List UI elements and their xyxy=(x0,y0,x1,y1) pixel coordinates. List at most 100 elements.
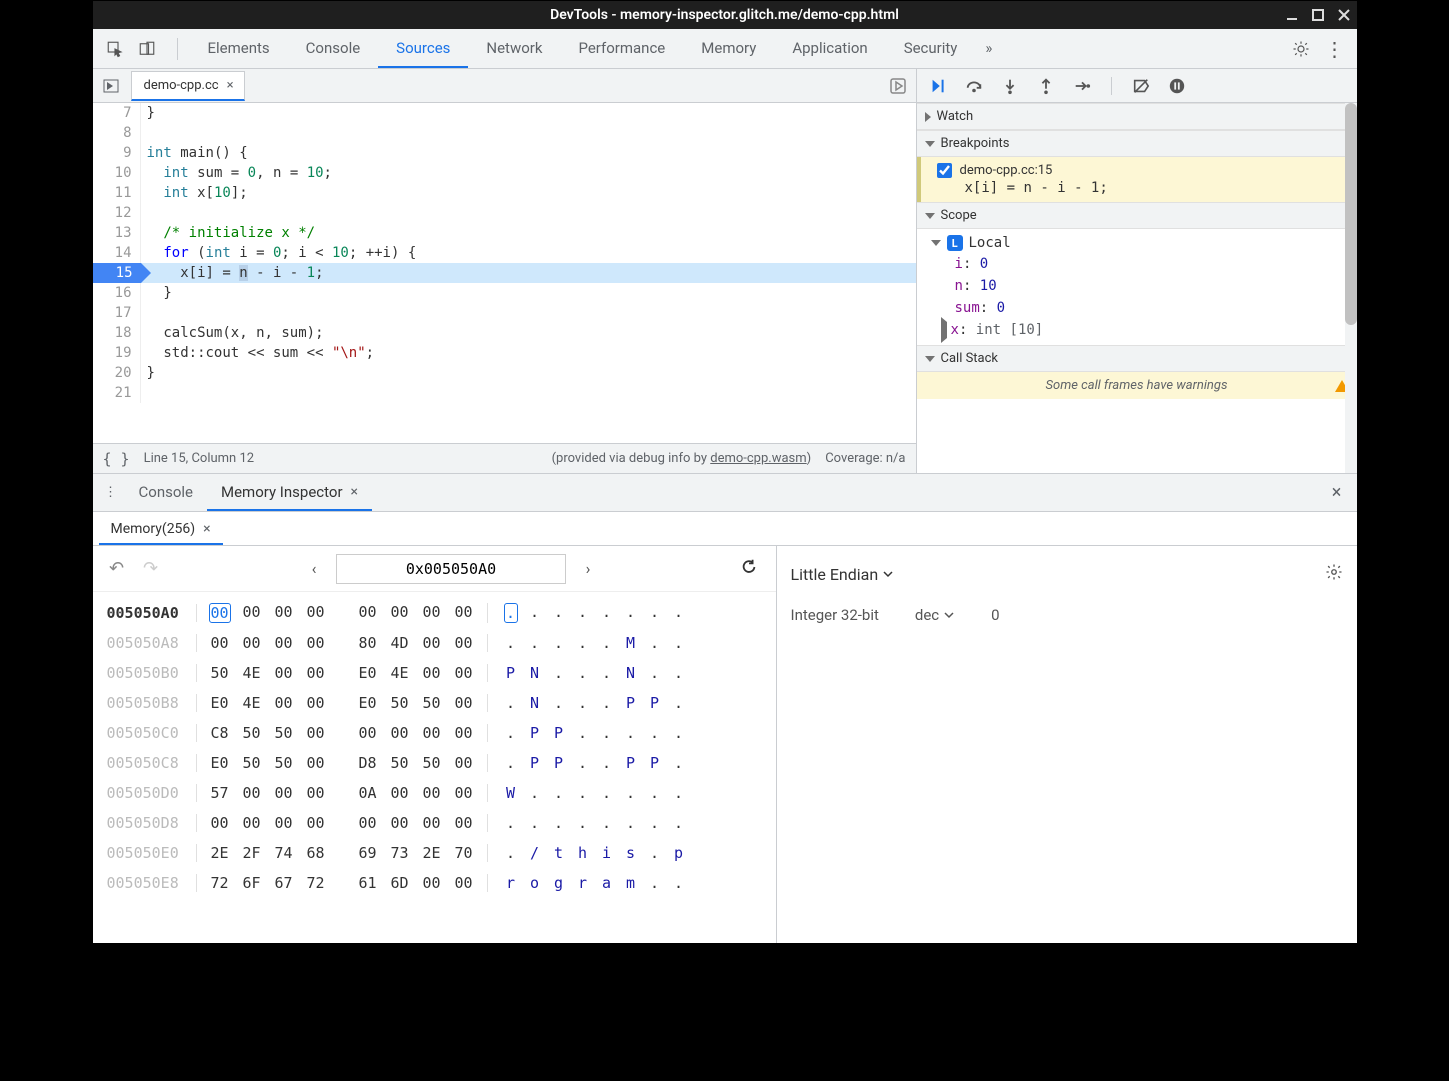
tab-elements[interactable]: Elements xyxy=(190,29,288,68)
more-tabs-button[interactable]: » xyxy=(975,39,1002,59)
memory-row: 005050E02E2F746869732E70./this.p xyxy=(107,838,762,868)
deactivate-breakpoints-button[interactable] xyxy=(1130,75,1152,97)
file-tab-demo-cpp[interactable]: demo-cpp.cc × xyxy=(131,71,245,101)
code-line[interactable]: 11 int x[10]; xyxy=(93,183,916,203)
drawer-close-icon[interactable]: × xyxy=(1321,474,1353,511)
breakpoint-checkbox[interactable] xyxy=(937,163,952,178)
code-line[interactable]: 17 xyxy=(93,303,916,323)
code-line[interactable]: 21 xyxy=(93,383,916,403)
prev-page-button[interactable]: ‹ xyxy=(304,559,324,578)
code-line[interactable]: 18 calcSum(x, n, sum); xyxy=(93,323,916,343)
number-base-select[interactable]: dec xyxy=(915,606,955,624)
pause-exceptions-button[interactable] xyxy=(1166,75,1188,97)
tab-performance[interactable]: Performance xyxy=(560,29,683,68)
tab-application[interactable]: Application xyxy=(774,29,885,68)
scope-section-header[interactable]: Scope xyxy=(917,202,1357,229)
panel-tabs: ElementsConsoleSourcesNetworkPerformance… xyxy=(190,29,976,68)
source-pane: demo-cpp.cc × 7}89int main() {10 int sum… xyxy=(93,69,917,473)
integer32-row: Integer 32-bit dec 0 xyxy=(791,606,1343,624)
undo-icon[interactable]: ↶ xyxy=(105,558,129,579)
resume-button[interactable] xyxy=(927,75,949,97)
code-line[interactable]: 10 int sum = 0, n = 10; xyxy=(93,163,916,183)
window-minimize-button[interactable] xyxy=(1285,8,1299,22)
address-input[interactable] xyxy=(336,554,566,584)
drawer: ⋮ Console Memory Inspector × × Memory(25… xyxy=(93,473,1357,943)
breakpoints-section-header[interactable]: Breakpoints xyxy=(917,130,1357,157)
next-page-button[interactable]: › xyxy=(578,559,598,578)
memory-row: 005050A800000000804D0000.....M.. xyxy=(107,628,762,658)
tab-console[interactable]: Console xyxy=(125,474,208,511)
memory-grid[interactable]: 005050A00000000000000000........005050A8… xyxy=(93,592,776,943)
value-settings-icon[interactable] xyxy=(1325,563,1343,585)
drawer-menu-icon[interactable]: ⋮ xyxy=(97,474,125,511)
pretty-print-icon[interactable]: { } xyxy=(103,450,130,468)
value-type-label: Integer 32-bit xyxy=(791,606,879,624)
memory-nav-bar: ↶ ↷ ‹ › xyxy=(93,546,776,592)
memory-tab[interactable]: Memory(256) × xyxy=(99,514,223,545)
step-into-button[interactable] xyxy=(999,75,1021,97)
memory-row: 005050B8E04E0000E0505000.N...PP. xyxy=(107,688,762,718)
code-line[interactable]: 14 for (int i = 0; i < 10; ++i) { xyxy=(93,243,916,263)
scope-local-header[interactable]: L Local xyxy=(917,233,1357,253)
drawer-tabs: ⋮ Console Memory Inspector × × xyxy=(93,474,1357,512)
call-stack-warning: Some call frames have warnings xyxy=(917,372,1357,399)
scope-var-n[interactable]: n: 10 xyxy=(917,275,1357,297)
tab-network[interactable]: Network xyxy=(468,29,560,68)
memory-row: 005050D80000000000000000........ xyxy=(107,808,762,838)
divider xyxy=(177,38,178,60)
code-line[interactable]: 9int main() { xyxy=(93,143,916,163)
tab-sources[interactable]: Sources xyxy=(378,29,468,68)
code-line[interactable]: 12 xyxy=(93,203,916,223)
code-line[interactable]: 20} xyxy=(93,363,916,383)
window-maximize-button[interactable] xyxy=(1311,8,1325,22)
window-title: DevTools - memory-inspector.glitch.me/de… xyxy=(550,7,899,23)
memory-row: 005050C0C850500000000000.PP..... xyxy=(107,718,762,748)
memory-row: 005050E8726F6772616D0000rogram.. xyxy=(107,868,762,898)
navigator-toggle-icon[interactable] xyxy=(99,74,123,98)
inspect-element-icon[interactable] xyxy=(101,35,129,63)
window-close-button[interactable] xyxy=(1337,8,1351,22)
kebab-menu-icon[interactable]: ⋮ xyxy=(1321,35,1349,63)
memory-row: 005050B0504E0000E04E0000PN...N.. xyxy=(107,658,762,688)
close-icon[interactable]: × xyxy=(351,484,358,500)
run-snippet-icon[interactable] xyxy=(886,74,910,98)
step-out-button[interactable] xyxy=(1035,75,1057,97)
redo-icon[interactable]: ↷ xyxy=(139,558,163,579)
watch-section-header[interactable]: Watch xyxy=(917,103,1357,130)
main-toolbar: ElementsConsoleSourcesNetworkPerformance… xyxy=(93,29,1357,69)
code-line[interactable]: 16 } xyxy=(93,283,916,303)
code-line[interactable]: 15 x[i] = n - i - 1; xyxy=(93,263,916,283)
wasm-link[interactable]: demo-cpp.wasm xyxy=(710,451,806,466)
code-editor[interactable]: 7}89int main() {10 int sum = 0, n = 10;1… xyxy=(93,103,916,443)
step-button[interactable] xyxy=(1071,75,1093,97)
close-icon[interactable]: × xyxy=(227,78,234,93)
memory-tabs: Memory(256) × xyxy=(93,512,1357,546)
call-stack-section-header[interactable]: Call Stack xyxy=(917,345,1357,372)
tab-security[interactable]: Security xyxy=(886,29,976,68)
endianness-select[interactable]: Little Endian xyxy=(791,565,895,584)
breakpoint-item[interactable]: demo-cpp.cc:15 x[i] = n - i - 1; xyxy=(917,157,1357,202)
code-line[interactable]: 7} xyxy=(93,103,916,123)
code-line[interactable]: 13 /* initialize x */ xyxy=(93,223,916,243)
scrollbar[interactable] xyxy=(1345,103,1357,473)
breakpoint-location: demo-cpp.cc:15 xyxy=(960,163,1053,178)
tab-memory-inspector[interactable]: Memory Inspector × xyxy=(207,474,372,511)
settings-icon[interactable] xyxy=(1287,35,1315,63)
memory-row: 005050A00000000000000000........ xyxy=(107,598,762,628)
tab-console[interactable]: Console xyxy=(288,29,379,68)
cursor-position: Line 15, Column 12 xyxy=(144,451,254,466)
device-toolbar-icon[interactable] xyxy=(133,35,161,63)
tab-memory[interactable]: Memory xyxy=(683,29,774,68)
breakpoint-code: x[i] = n - i - 1; xyxy=(937,180,1347,196)
step-over-button[interactable] xyxy=(963,75,985,97)
memory-hex-pane: ↶ ↷ ‹ › 005050A00000000000000000........… xyxy=(93,546,777,943)
close-icon[interactable]: × xyxy=(203,521,210,537)
coverage-label: Coverage: n/a xyxy=(825,451,905,466)
editor-status-bar: { } Line 15, Column 12 (provided via deb… xyxy=(93,443,916,473)
code-line[interactable]: 8 xyxy=(93,123,916,143)
scope-var-x[interactable]: x: int [10] xyxy=(917,319,1357,341)
code-line[interactable]: 19 std::cout << sum << "\n"; xyxy=(93,343,916,363)
refresh-icon[interactable] xyxy=(740,558,764,580)
scope-var-i[interactable]: i: 0 xyxy=(917,253,1357,275)
scope-var-sum[interactable]: sum: 0 xyxy=(917,297,1357,319)
